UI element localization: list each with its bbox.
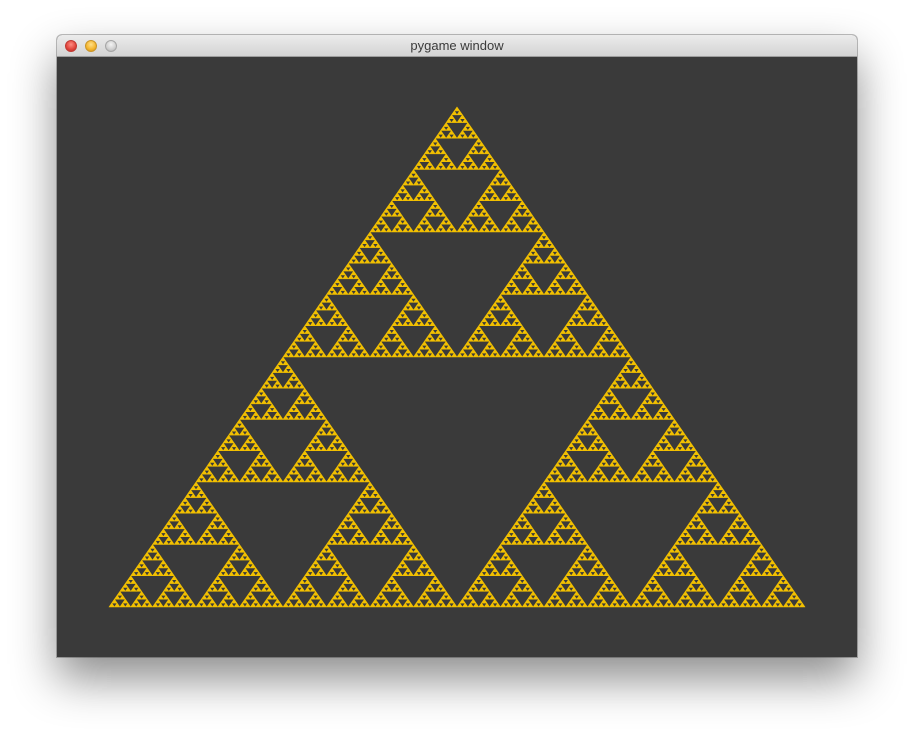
- app-window: pygame window: [57, 35, 857, 657]
- pygame-canvas[interactable]: [57, 57, 857, 657]
- window-title: pygame window: [410, 38, 504, 53]
- title-bar[interactable]: pygame window: [57, 35, 857, 57]
